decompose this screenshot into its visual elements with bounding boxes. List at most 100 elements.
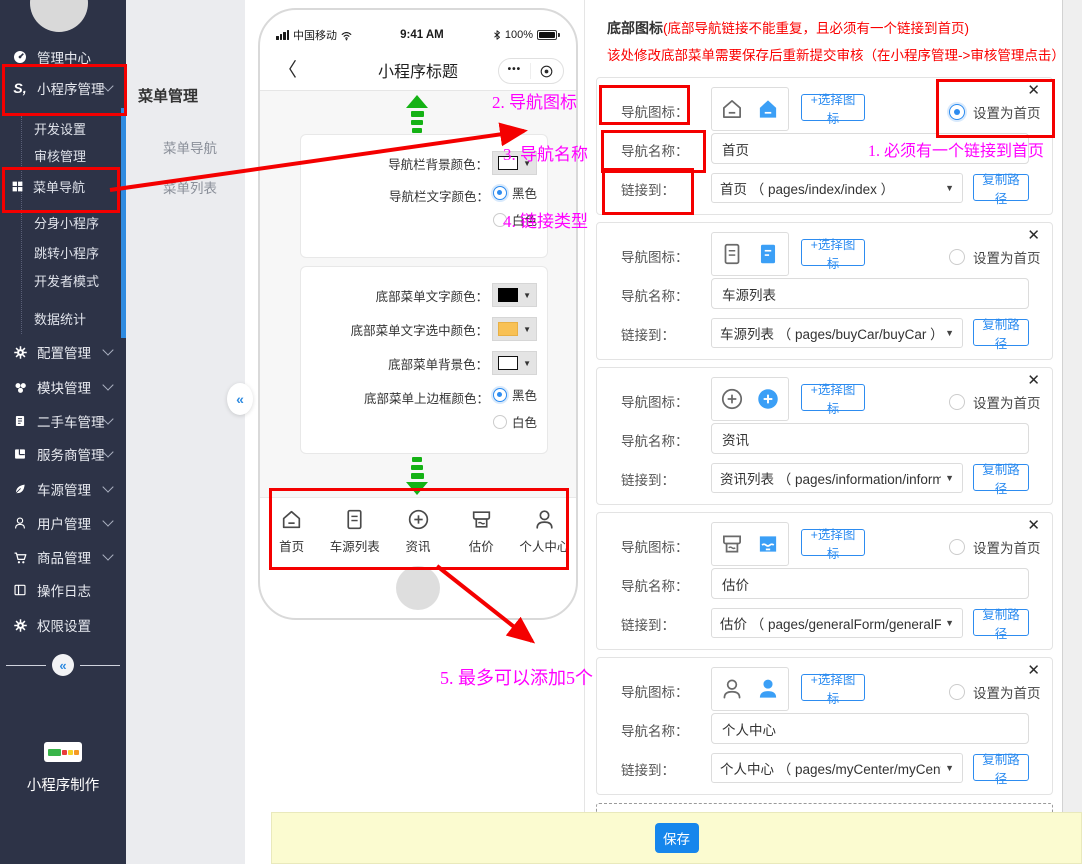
sidebar-item-permissions[interactable]: 权限设置 (0, 610, 126, 640)
chevron-down-icon (102, 379, 113, 390)
link-select[interactable]: 首页 （ pages/index/index ）▼ (711, 173, 963, 203)
nav-name-input[interactable]: 个人中心 (711, 713, 1029, 744)
tab-border-black-option[interactable]: 黑色 (493, 385, 537, 404)
scrollbar-track[interactable] (1062, 0, 1082, 812)
nav-bg-color-label: 导航栏背景颜色： (388, 154, 488, 173)
nav-name-label: 导航名称： (621, 720, 689, 740)
tab-border-white-option[interactable]: 白色 (493, 412, 537, 431)
nav-text-black-option[interactable]: 黑色 (493, 183, 537, 202)
set-home-radio[interactable]: 设置为首页 (949, 392, 1041, 412)
close-icon[interactable]: ✕ (1027, 661, 1040, 679)
navbar-settings-card: 导航栏背景颜色： ▼ 导航栏文字颜色： 黑色 白色 (300, 134, 548, 258)
radio-icon[interactable] (493, 213, 507, 227)
tab-text-selected-color-label: 底部菜单文字选中颜色： (351, 320, 489, 339)
sidebar-collapse-button[interactable]: « (52, 654, 74, 676)
sidebar-item-modules[interactable]: 模块管理 (0, 372, 126, 402)
close-icon[interactable]: ✕ (1027, 81, 1040, 99)
set-home-radio[interactable]: 设置为首页 (949, 682, 1041, 702)
sidebar-item-label: 分身小程序 (34, 213, 99, 232)
choose-icon-button[interactable]: +选择图标 (801, 384, 865, 411)
copy-path-button[interactable]: 复制路径 (973, 464, 1029, 491)
battery-icon (537, 30, 560, 40)
copy-path-button[interactable]: 复制路径 (973, 319, 1029, 346)
radio-icon[interactable] (949, 394, 965, 410)
nav-name-input[interactable]: 估价 (711, 568, 1029, 599)
set-home-radio[interactable]: 设置为首页 (949, 537, 1041, 557)
copy-path-button[interactable]: 复制路径 (973, 174, 1029, 201)
close-icon[interactable]: ✕ (1027, 371, 1040, 389)
radio-icon[interactable] (493, 415, 507, 429)
green-down-arrow (406, 457, 428, 495)
chevron-down-icon (102, 515, 113, 526)
submenu-item-menu-nav[interactable]: 菜单导航 (163, 137, 217, 157)
link-select[interactable]: 个人中心 （ pages/myCenter/myCente▼ (711, 753, 963, 783)
link-select[interactable]: 估价 （ pages/generalForm/generalFor▼ (711, 608, 963, 638)
radio-icon[interactable] (949, 104, 965, 120)
choose-icon-button[interactable]: +选择图标 (801, 529, 865, 556)
layout-icon (12, 446, 28, 462)
link-to-label: 链接到： (621, 324, 675, 344)
nav-name-input[interactable]: 首页 (711, 133, 1029, 164)
nav-text-white-option[interactable]: 白色 (493, 210, 537, 229)
cart-icon (12, 549, 28, 565)
submenu-item-menu-list[interactable]: 菜单列表 (163, 177, 217, 197)
bluetooth-icon (491, 29, 503, 41)
submenu-collapse-button[interactable]: « (227, 383, 253, 415)
icon-pair-box (711, 522, 789, 566)
sidebar-item-used-car[interactable]: 二手车管理 (0, 406, 126, 436)
nav-name-input[interactable]: 车源列表 (711, 278, 1029, 309)
choose-icon-button[interactable]: +选择图标 (801, 239, 865, 266)
tab-text-selected-color-picker[interactable]: ▼ (492, 317, 537, 341)
nav-name-label: 导航名称： (621, 285, 689, 305)
doc-icon (12, 413, 28, 429)
sidebar-item-car-source[interactable]: 车源管理 (0, 474, 126, 504)
radio-icon[interactable] (949, 539, 965, 555)
sidebar-item-miniprogram[interactable]: S,小程序管理 (0, 73, 126, 103)
choose-icon-button[interactable]: +选择图标 (801, 94, 865, 121)
nav-name-label: 导航名称： (621, 430, 689, 450)
sidebar-item-provider[interactable]: 服务商管理 (0, 439, 126, 469)
avatar[interactable] (30, 0, 88, 32)
sidebar-item-users[interactable]: 用户管理 (0, 508, 126, 538)
sidebar-item-menu-nav[interactable]: 菜单导航 (0, 171, 136, 201)
nav-name-input[interactable]: 资讯 (711, 423, 1029, 454)
nav-item-card: ✕ 导航图标： +选择图标 设置为首页 导航名称： 资讯 链接到： 资讯列表 （… (596, 367, 1053, 505)
app-root: 管理中心 S,小程序管理 开发设置 审核管理 菜单导航 分身小程序 跳转小程序 … (0, 0, 1082, 864)
sidebar-item-goods[interactable]: 商品管理 (0, 542, 126, 572)
link-to-label: 链接到： (621, 179, 675, 199)
set-home-radio[interactable]: 设置为首页 (949, 102, 1041, 122)
doc-icon-selected (755, 241, 781, 267)
radio-icon[interactable] (493, 186, 507, 200)
copy-path-button[interactable]: 复制路径 (973, 754, 1029, 781)
radio-icon[interactable] (493, 388, 507, 402)
shop-icon-selected (755, 531, 781, 557)
radio-icon[interactable] (949, 249, 965, 265)
home-indicator (396, 566, 440, 610)
user-icon (12, 515, 28, 531)
nav-item-card: ✕ 导航图标： +选择图标 设置为首页 导航名称： 首页 链接到： 首页 （ p… (596, 77, 1053, 215)
battery-percent: 100% (505, 29, 533, 41)
sidebar-item-config[interactable]: 配置管理 (0, 337, 126, 367)
tab-border-color-label: 底部菜单上边框颜色： (364, 388, 489, 407)
close-icon[interactable]: ✕ (1027, 226, 1040, 244)
save-bar: 保存 (271, 812, 1082, 864)
set-home-radio[interactable]: 设置为首页 (949, 247, 1041, 267)
choose-icon-button[interactable]: +选择图标 (801, 674, 865, 701)
radio-icon[interactable] (949, 684, 965, 700)
miniprogram-icon: S, (12, 80, 28, 96)
save-button[interactable]: 保存 (655, 823, 699, 853)
copy-path-button[interactable]: 复制路径 (973, 609, 1029, 636)
sidebar-item-label: 菜单导航 (33, 177, 85, 196)
sidebar-item-op-log[interactable]: 操作日志 (0, 575, 126, 605)
grid-icon (10, 178, 24, 194)
tab-text-color-picker[interactable]: ▼ (492, 283, 537, 307)
close-icon[interactable]: ✕ (1027, 516, 1040, 534)
link-select[interactable]: 资讯列表 （ pages/information/informa▼ (711, 463, 963, 493)
sidebar-item-admin-center[interactable]: 管理中心 (0, 42, 126, 72)
sidebar-item-label: 二手车管理 (37, 411, 105, 431)
nav-bg-color-picker[interactable]: ▼ (492, 151, 537, 175)
phone-tab-bar: 首页 车源列表 资讯 估价 个人中心 (260, 497, 576, 565)
tab-bg-color-picker[interactable]: ▼ (492, 351, 537, 375)
link-select[interactable]: 车源列表 （ pages/buyCar/buyCar ）▼ (711, 318, 963, 348)
chevron-down-icon: ▼ (945, 763, 954, 773)
